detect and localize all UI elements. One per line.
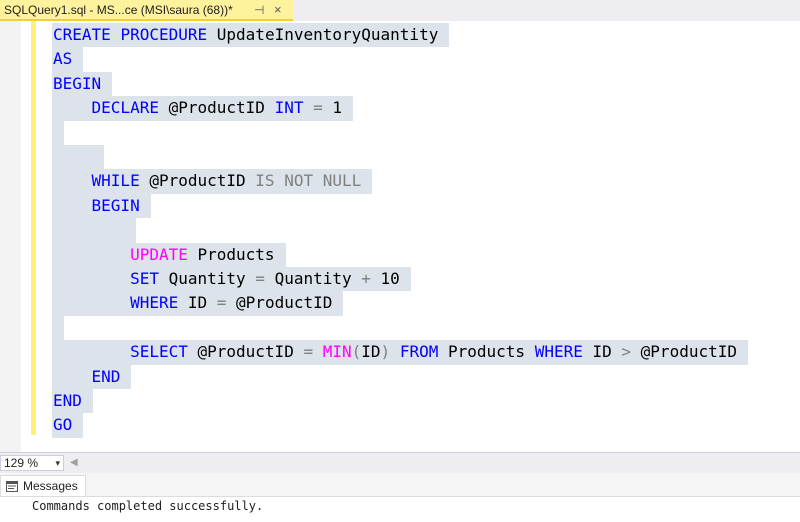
code-token: WHILE — [91, 171, 140, 191]
code-token: @ProductID — [226, 293, 333, 313]
code-token: UpdateInventoryQuantity — [207, 25, 439, 44]
code-line[interactable]: AS — [53, 47, 72, 71]
query-editor[interactable]: CREATE PROCEDURE UpdateInventoryQuantity… — [0, 21, 800, 452]
chevron-down-icon: ▾ — [55, 458, 60, 468]
code-token: = — [313, 98, 323, 118]
line-selection — [52, 218, 136, 243]
line-selection — [52, 120, 64, 145]
code-token: Quantity — [158, 269, 256, 288]
ssms-window: SQLQuery1.sql - MS...ce (MSI\saura (68))… — [0, 0, 800, 522]
messages-pane: Commands completed successfully. — [0, 497, 800, 522]
code-token: @ProductID — [631, 342, 737, 362]
code-token: = — [216, 293, 227, 313]
results-tab-bar: Messages — [0, 473, 800, 497]
code-token: BEGIN — [53, 73, 102, 93]
code-token: DECLARE — [91, 98, 159, 118]
code-token: ) — [380, 342, 391, 362]
code-line[interactable]: SELECT @ProductID = MIN(ID) FROM Product… — [53, 340, 737, 364]
close-icon[interactable]: × — [274, 1, 282, 18]
line-selection — [52, 145, 104, 170]
messages-icon — [6, 480, 18, 492]
code-line[interactable]: WHERE ID = @ProductID — [53, 291, 332, 315]
code-token: SET — [130, 269, 159, 288]
code-token: END — [91, 366, 121, 386]
change-tracking-bar — [31, 21, 36, 435]
query-tab[interactable]: SQLQuery1.sql - MS...ce (MSI\saura (68))… — [0, 0, 293, 21]
code-line[interactable]: SET Quantity = Quantity + 10 — [53, 267, 400, 291]
code-line[interactable]: END — [53, 365, 121, 389]
code-token: + — [361, 269, 371, 288]
code-token: END — [53, 391, 82, 410]
query-tab-title: SQLQuery1.sql - MS...ce (MSI\saura (68))… — [4, 2, 233, 17]
code-token: GO — [53, 415, 73, 435]
result-message: Commands completed successfully. — [32, 499, 264, 513]
code-token: SELECT — [130, 342, 188, 362]
zoom-value: 129 % — [4, 456, 39, 470]
line-selection — [52, 315, 64, 341]
code-line[interactable]: END — [53, 389, 82, 413]
editor-margin — [0, 21, 21, 452]
code-token: ( — [351, 342, 362, 362]
code-token: > — [621, 342, 632, 362]
code-token: WHERE — [534, 342, 583, 362]
code-token: FROM — [399, 342, 439, 362]
code-token: IS NOT NULL — [255, 171, 362, 191]
zoom-dropdown[interactable]: 129 % ▾ — [0, 455, 64, 471]
code-line[interactable]: BEGIN — [53, 72, 101, 96]
code-token: @ProductID — [139, 171, 256, 191]
scroll-left-icon[interactable]: ◀ — [70, 457, 78, 468]
editor-status-strip: 129 % ▾ ◀ — [0, 452, 800, 473]
code-token: Products — [438, 342, 535, 362]
code-token: BEGIN — [91, 195, 140, 215]
code-token: ID — [361, 342, 381, 362]
pin-icon[interactable]: ⊣ — [254, 2, 264, 18]
code-token: INT — [274, 98, 304, 118]
code-token: ID — [178, 293, 217, 313]
code-line[interactable]: GO — [53, 413, 72, 437]
code-line[interactable]: DECLARE @ProductID INT = 1 — [53, 96, 342, 120]
code-token: = — [303, 342, 314, 362]
code-token: 1 — [322, 98, 343, 118]
code-token: @ProductID — [187, 342, 304, 362]
code-token: 10 — [370, 269, 400, 288]
code-token: ID — [582, 342, 622, 362]
messages-tab[interactable]: Messages — [0, 475, 86, 496]
code-line[interactable]: BEGIN — [53, 194, 140, 218]
code-token: CREATE — [53, 25, 111, 44]
code-token: Quantity — [264, 269, 362, 288]
code-line[interactable]: UPDATE Products — [53, 243, 275, 267]
code-token: AS — [53, 49, 73, 69]
code-token: UPDATE — [130, 244, 188, 264]
document-tab-bar: SQLQuery1.sql - MS...ce (MSI\saura (68))… — [0, 0, 800, 21]
code-line[interactable]: WHILE @ProductID IS NOT NULL — [53, 169, 362, 193]
code-token: MIN — [322, 342, 352, 362]
code-token: WHERE — [130, 293, 179, 313]
code-token: @ProductID — [158, 98, 275, 118]
messages-tab-label: Messages — [23, 479, 78, 493]
code-token: PROCEDURE — [120, 25, 208, 44]
code-line[interactable]: CREATE PROCEDURE UpdateInventoryQuantity — [53, 23, 438, 47]
code-token: = — [255, 269, 265, 288]
code-token: Products — [187, 244, 275, 264]
